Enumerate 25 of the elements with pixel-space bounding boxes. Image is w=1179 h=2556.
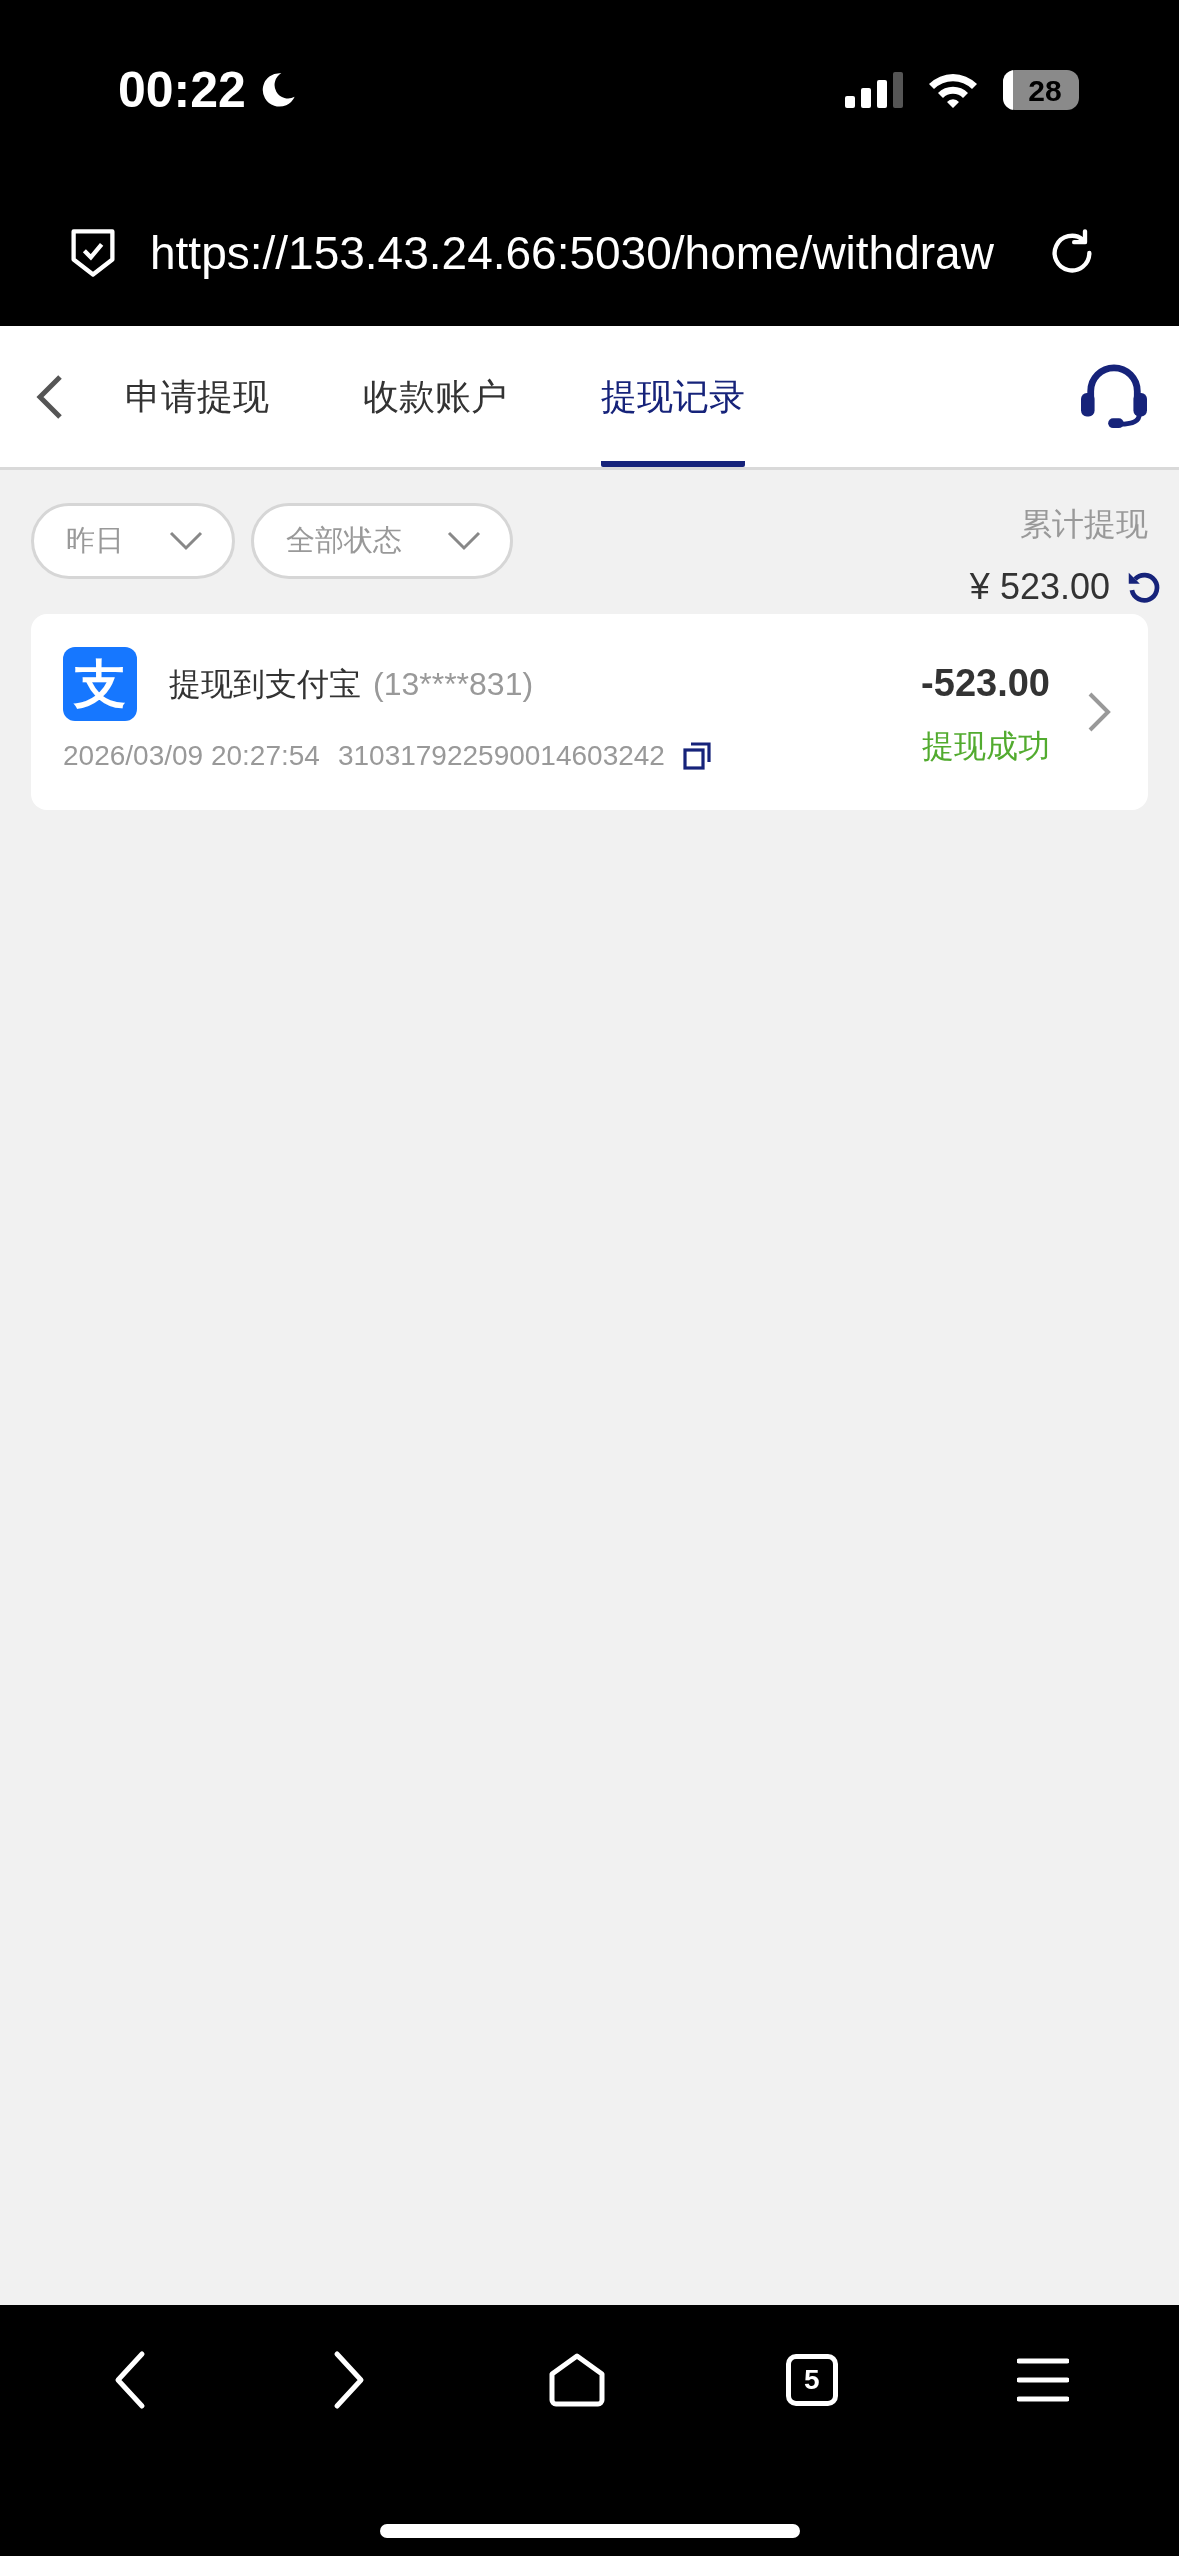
status-time: 00:22 xyxy=(118,60,246,120)
chevron-right-icon xyxy=(1086,690,1112,734)
chevron-down-icon xyxy=(168,530,204,552)
url-text[interactable]: https://153.43.24.66:5030/home/withdraw xyxy=(150,226,994,279)
signal-icon xyxy=(845,70,905,110)
tab[interactable]: 申请提现 xyxy=(125,326,269,467)
home-icon[interactable] xyxy=(548,2352,607,2408)
record-amount: -523.00 xyxy=(921,660,1050,706)
total-amount: ¥ 523.00 xyxy=(969,565,1110,609)
account-number: (13****831) xyxy=(373,665,534,704)
record-time: 2026/03/09 20:27:54 xyxy=(63,739,320,773)
chevron-down-icon xyxy=(446,530,482,552)
tab[interactable]: 提现记录 xyxy=(601,326,745,467)
record-status: 提现成功 xyxy=(922,726,1050,766)
tabs-button[interactable]: 5 xyxy=(785,2354,838,2406)
battery-icon: 28 xyxy=(1003,70,1079,110)
total-label: 累计提现 xyxy=(1020,505,1148,544)
headset-icon[interactable] xyxy=(1079,363,1149,430)
menu-icon[interactable] xyxy=(1017,2357,1070,2403)
record-card[interactable]: 支 提现到支付宝 (13****831) 2026/03/09 20:27:54 310317922590014603242 -523.00 提现成功 xyxy=(31,614,1148,810)
copy-icon[interactable] xyxy=(682,742,711,770)
tab[interactable]: 收款账户 xyxy=(363,326,507,467)
alipay-logo: 支 xyxy=(63,647,137,721)
record-title: 提现到支付宝 xyxy=(169,665,361,704)
order-number: 310317922590014603242 xyxy=(337,739,665,773)
